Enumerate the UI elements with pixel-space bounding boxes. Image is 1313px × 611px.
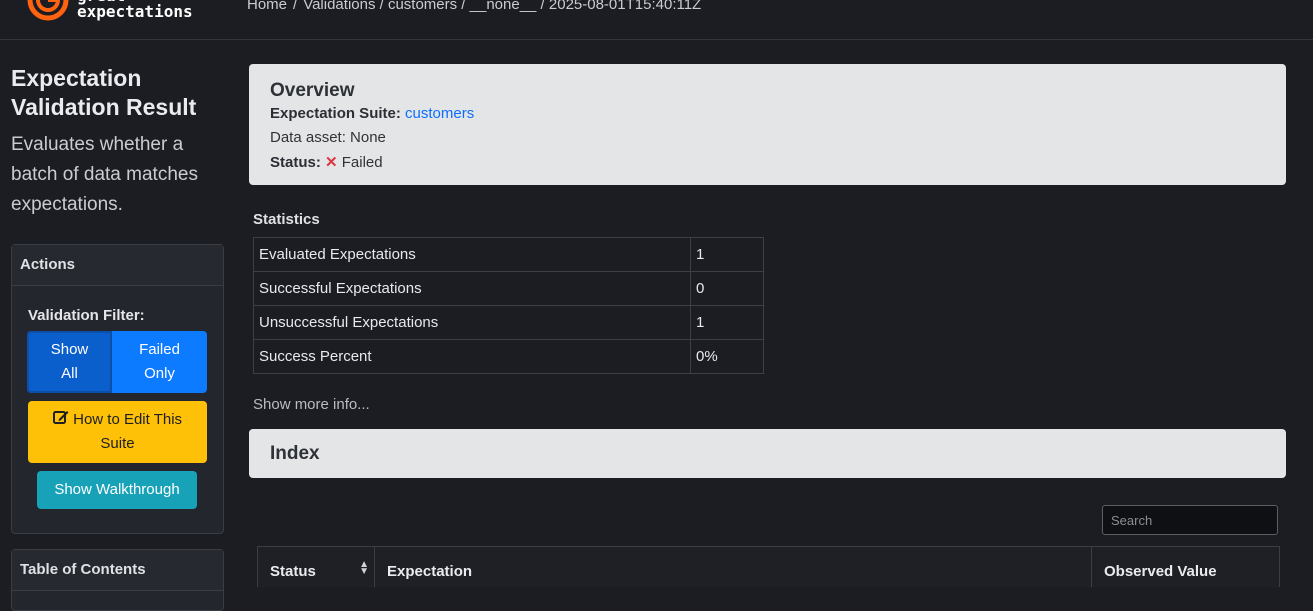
stat-value: 0 [690, 271, 764, 306]
stat-value: 1 [690, 237, 764, 272]
failed-only-label-l1: Failed [139, 341, 180, 358]
breadcrumb-separator: / [293, 0, 298, 13]
table-row: Unsuccessful Expectations 1 [253, 305, 764, 340]
failed-only-button[interactable]: Failed Only [112, 331, 207, 393]
brand-wordmark[interactable]: great expectations [77, 0, 193, 20]
expectation-suite-link[interactable]: customers [405, 105, 474, 122]
statistics-table: Evaluated Expectations 1 Successful Expe… [253, 237, 764, 374]
show-walkthrough-button[interactable]: Show Walkthrough [37, 471, 197, 509]
table-row: Success Percent 0% [253, 339, 764, 374]
how-to-edit-label-l1: How to Edit This [73, 411, 183, 428]
results-table-header: Status ▲ ▼ Expectation Observed Value [257, 546, 1280, 587]
status-value: Failed [341, 154, 383, 171]
overview-title: Overview [270, 80, 355, 101]
actions-header: Actions [12, 245, 223, 286]
stat-label: Unsuccessful Expectations [253, 305, 691, 340]
description-line1: Evaluates whether a [11, 134, 184, 155]
how-to-edit-label-l2: Suite [100, 435, 135, 452]
table-row: Evaluated Expectations 1 [253, 237, 764, 272]
show-all-button[interactable]: Show All [27, 331, 112, 393]
index-panel: Index [249, 429, 1286, 478]
actions-card: Actions Validation Filter: Show All Fail… [11, 244, 224, 534]
stat-label: Successful Expectations [253, 271, 691, 306]
status-line: Status: ✕ Failed [270, 153, 383, 171]
how-to-edit-suite-button[interactable]: How to Edit This Suite [28, 401, 207, 463]
page-title-line1: Expectation [11, 65, 142, 91]
page-description: Evaluates whether a batch of data matche… [11, 130, 224, 220]
stat-value: 0% [690, 339, 764, 374]
search-input[interactable] [1102, 505, 1278, 535]
show-all-label-l1: Show [50, 341, 89, 358]
show-all-label-l2: All [61, 365, 78, 382]
page-title-line2: Validation Result [11, 94, 197, 120]
table-row: Successful Expectations 0 [253, 271, 764, 306]
top-navbar: great expectations Home / Validations / cu… [0, 0, 1313, 40]
show-more-info-link[interactable]: Show more info... [253, 396, 370, 413]
column-header-observed-label: Observed Value [1104, 563, 1217, 580]
failed-x-icon: ✕ [325, 154, 338, 171]
status-label: Status: [270, 154, 321, 171]
statistics-title: Statistics [253, 211, 320, 228]
column-header-status[interactable]: Status ▲ ▼ [258, 547, 375, 587]
failed-only-label-l2: Only [144, 365, 175, 382]
expectation-suite-line: Expectation Suite: customers [270, 105, 474, 122]
sort-icon[interactable]: ▲ ▼ [359, 560, 369, 577]
overview-panel: Overview Expectation Suite: customers Da… [249, 64, 1286, 185]
brand-line2: expectations [77, 2, 193, 21]
stat-value: 1 [690, 305, 764, 340]
sidebar: Expectation Validation Result Evaluates … [11, 64, 224, 611]
breadcrumb-path: Validations / customers / __none__ / 202… [303, 0, 702, 13]
edit-icon [52, 411, 69, 424]
stat-label: Success Percent [253, 339, 691, 374]
validation-filter-label: Validation Filter: [28, 307, 145, 324]
table-of-contents-card: Table of Contents [11, 549, 224, 611]
validation-filter-group: Show All Failed Only [27, 331, 207, 393]
breadcrumb: Home / Validations / customers / __none__ … [247, 0, 701, 13]
column-header-observed-value[interactable]: Observed Value [1092, 547, 1279, 587]
expectation-suite-label: Expectation Suite: [270, 105, 401, 122]
data-asset-line: Data asset: None [270, 129, 386, 146]
column-header-expectation-label: Expectation [387, 563, 473, 580]
description-line3: expectations. [11, 194, 123, 215]
index-title: Index [270, 443, 320, 464]
column-header-expectation[interactable]: Expectation [375, 547, 1092, 587]
column-header-status-label: Status [270, 563, 316, 580]
stat-label: Evaluated Expectations [253, 237, 691, 272]
breadcrumb-home-link[interactable]: Home [247, 0, 287, 13]
table-of-contents-header: Table of Contents [12, 550, 223, 591]
description-line2: batch of data matches [11, 164, 198, 185]
page-title: Expectation Validation Result [11, 64, 224, 122]
great-expectations-logo-icon[interactable] [26, 0, 70, 26]
